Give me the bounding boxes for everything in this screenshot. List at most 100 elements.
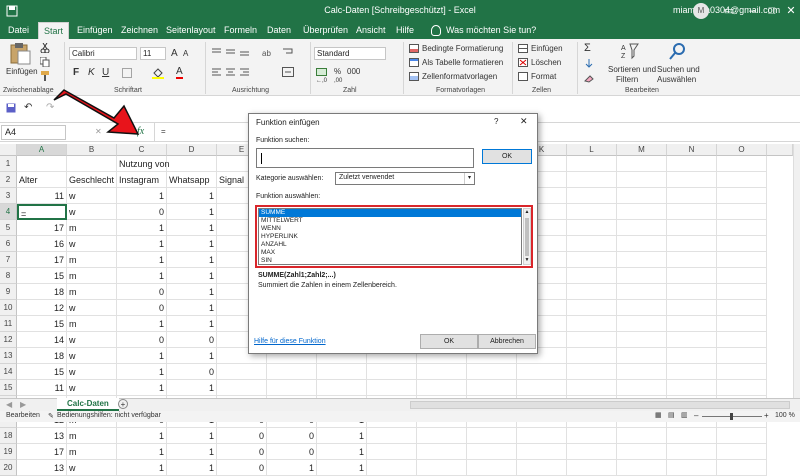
sort-filter-icon[interactable]: AZ	[621, 42, 639, 60]
cell-m6[interactable]	[617, 236, 667, 252]
cell-n10[interactable]	[667, 300, 717, 316]
insert-cells-icon[interactable]	[518, 44, 528, 53]
column-header-d[interactable]: D	[167, 144, 217, 156]
cell-c1[interactable]: Nutzung von	[117, 156, 170, 172]
search-ok-button[interactable]: OK	[482, 149, 532, 164]
cell-o8[interactable]	[717, 268, 767, 284]
decrease-decimals-button[interactable]: ,00	[334, 78, 342, 84]
cell-b9[interactable]: m	[67, 284, 117, 300]
cell-a15[interactable]: 11	[17, 380, 67, 396]
function-search-input[interactable]	[256, 148, 474, 168]
cell-f20[interactable]: 1	[267, 460, 317, 476]
cell-e20[interactable]: 0	[217, 460, 267, 476]
font-name-combo[interactable]: Calibri	[69, 47, 137, 60]
cell-d12[interactable]: 0	[167, 332, 217, 348]
increase-decimals-button[interactable]: ←,0	[316, 78, 327, 84]
cell-o20[interactable]	[717, 460, 767, 476]
cell-l13[interactable]	[567, 348, 617, 364]
format-cells-icon[interactable]	[518, 72, 528, 81]
cell-o14[interactable]	[717, 364, 767, 380]
cell-h15[interactable]	[367, 380, 417, 396]
cell-g20[interactable]: 1	[317, 460, 367, 476]
cell-h19[interactable]	[367, 444, 417, 460]
cell-d11[interactable]: 1	[167, 316, 217, 332]
cell-b15[interactable]: w	[67, 380, 117, 396]
format-cells-button[interactable]: Format	[531, 72, 556, 81]
cell-i14[interactable]	[417, 364, 467, 380]
copy-icon[interactable]	[40, 57, 50, 67]
cell-a6[interactable]: 16	[17, 236, 67, 252]
cell-l5[interactable]	[567, 220, 617, 236]
cell-l4[interactable]	[567, 204, 617, 220]
row-header[interactable]: 8	[0, 268, 17, 284]
cell-d5[interactable]: 1	[167, 220, 217, 236]
cell-l12[interactable]	[567, 332, 617, 348]
clear-icon[interactable]	[584, 73, 594, 83]
normal-view-icon[interactable]: ▦	[655, 411, 662, 419]
cell-b14[interactable]: w	[67, 364, 117, 380]
paste-icon[interactable]	[9, 41, 31, 65]
cell-d9[interactable]: 1	[167, 284, 217, 300]
row-header[interactable]: 5	[0, 220, 17, 236]
bold-button[interactable]: F	[73, 67, 79, 78]
cell-j18[interactable]	[467, 428, 517, 444]
borders-icon[interactable]	[122, 68, 132, 78]
tab-daten[interactable]: Daten	[267, 22, 291, 39]
function-list-item[interactable]: SUMME	[259, 209, 521, 217]
add-sheet-icon[interactable]: +	[118, 399, 128, 409]
cell-c13[interactable]: 1	[117, 348, 167, 364]
cell-m4[interactable]	[617, 204, 667, 220]
dialog-help-button[interactable]: ?	[494, 117, 498, 126]
cell-g19[interactable]: 1	[317, 444, 367, 460]
cell-m5[interactable]	[617, 220, 667, 236]
tab-einfuegen[interactable]: Einfügen	[77, 22, 113, 39]
function-list-scrollbar[interactable]: ▲ ▼	[523, 208, 531, 265]
cell-k14[interactable]	[517, 364, 567, 380]
tab-ueberpruefen[interactable]: Überprüfen	[303, 22, 348, 39]
cell-j19[interactable]	[467, 444, 517, 460]
cell-b8[interactable]: m	[67, 268, 117, 284]
cell-a5[interactable]: 17	[17, 220, 67, 236]
cell-c19[interactable]: 1	[117, 444, 167, 460]
row-header[interactable]: 7	[0, 252, 17, 268]
conditional-format-button[interactable]: Bedingte Formatierung	[422, 44, 503, 53]
save-icon[interactable]	[6, 103, 16, 113]
cell-a12[interactable]: 14	[17, 332, 67, 348]
cell-m9[interactable]	[617, 284, 667, 300]
align-left-icon[interactable]	[211, 67, 251, 77]
cell-styles-icon[interactable]	[409, 72, 419, 81]
find-select-label-2[interactable]: Auswählen	[657, 75, 696, 84]
font-color-button[interactable]: A	[176, 66, 183, 79]
function-list-item[interactable]: MITTELWERT	[259, 217, 521, 225]
cell-e14[interactable]	[217, 364, 267, 380]
cell-n5[interactable]	[667, 220, 717, 236]
cell-c2[interactable]: Instagram	[117, 172, 167, 188]
cell-styles-button[interactable]: Zellenformatvorlagen	[422, 72, 497, 81]
cell-b5[interactable]: m	[67, 220, 117, 236]
cell-c6[interactable]: 1	[117, 236, 167, 252]
select-all-corner[interactable]	[0, 144, 17, 156]
cell-o9[interactable]	[717, 284, 767, 300]
insert-cells-button[interactable]: Einfügen	[531, 44, 563, 53]
delete-cells-button[interactable]: Löschen	[531, 58, 561, 67]
cell-l18[interactable]	[567, 428, 617, 444]
cell-c20[interactable]: 1	[117, 460, 167, 476]
zoom-in-icon[interactable]: +	[764, 411, 769, 420]
sheet-tab-calc-daten[interactable]: Calc-Daten	[57, 398, 119, 411]
cell-n13[interactable]	[667, 348, 717, 364]
row-header[interactable]: 15	[0, 380, 17, 396]
format-as-table-icon[interactable]	[409, 58, 419, 67]
cell-l15[interactable]	[567, 380, 617, 396]
shrink-font-button[interactable]: A	[183, 49, 188, 58]
cell-l2[interactable]	[567, 172, 617, 188]
cell-m8[interactable]	[617, 268, 667, 284]
cell-l1[interactable]	[567, 156, 617, 172]
cell-a20[interactable]: 13	[17, 460, 67, 476]
cancel-button[interactable]: Abbrechen	[478, 334, 536, 349]
minimize-icon[interactable]: –	[744, 3, 760, 19]
row-header[interactable]: 2	[0, 172, 17, 188]
cell-a1[interactable]	[17, 156, 67, 172]
fill-color-icon[interactable]	[152, 67, 164, 79]
tab-seitenlayout[interactable]: Seitenlayout	[166, 22, 216, 39]
cell-d20[interactable]: 1	[167, 460, 217, 476]
